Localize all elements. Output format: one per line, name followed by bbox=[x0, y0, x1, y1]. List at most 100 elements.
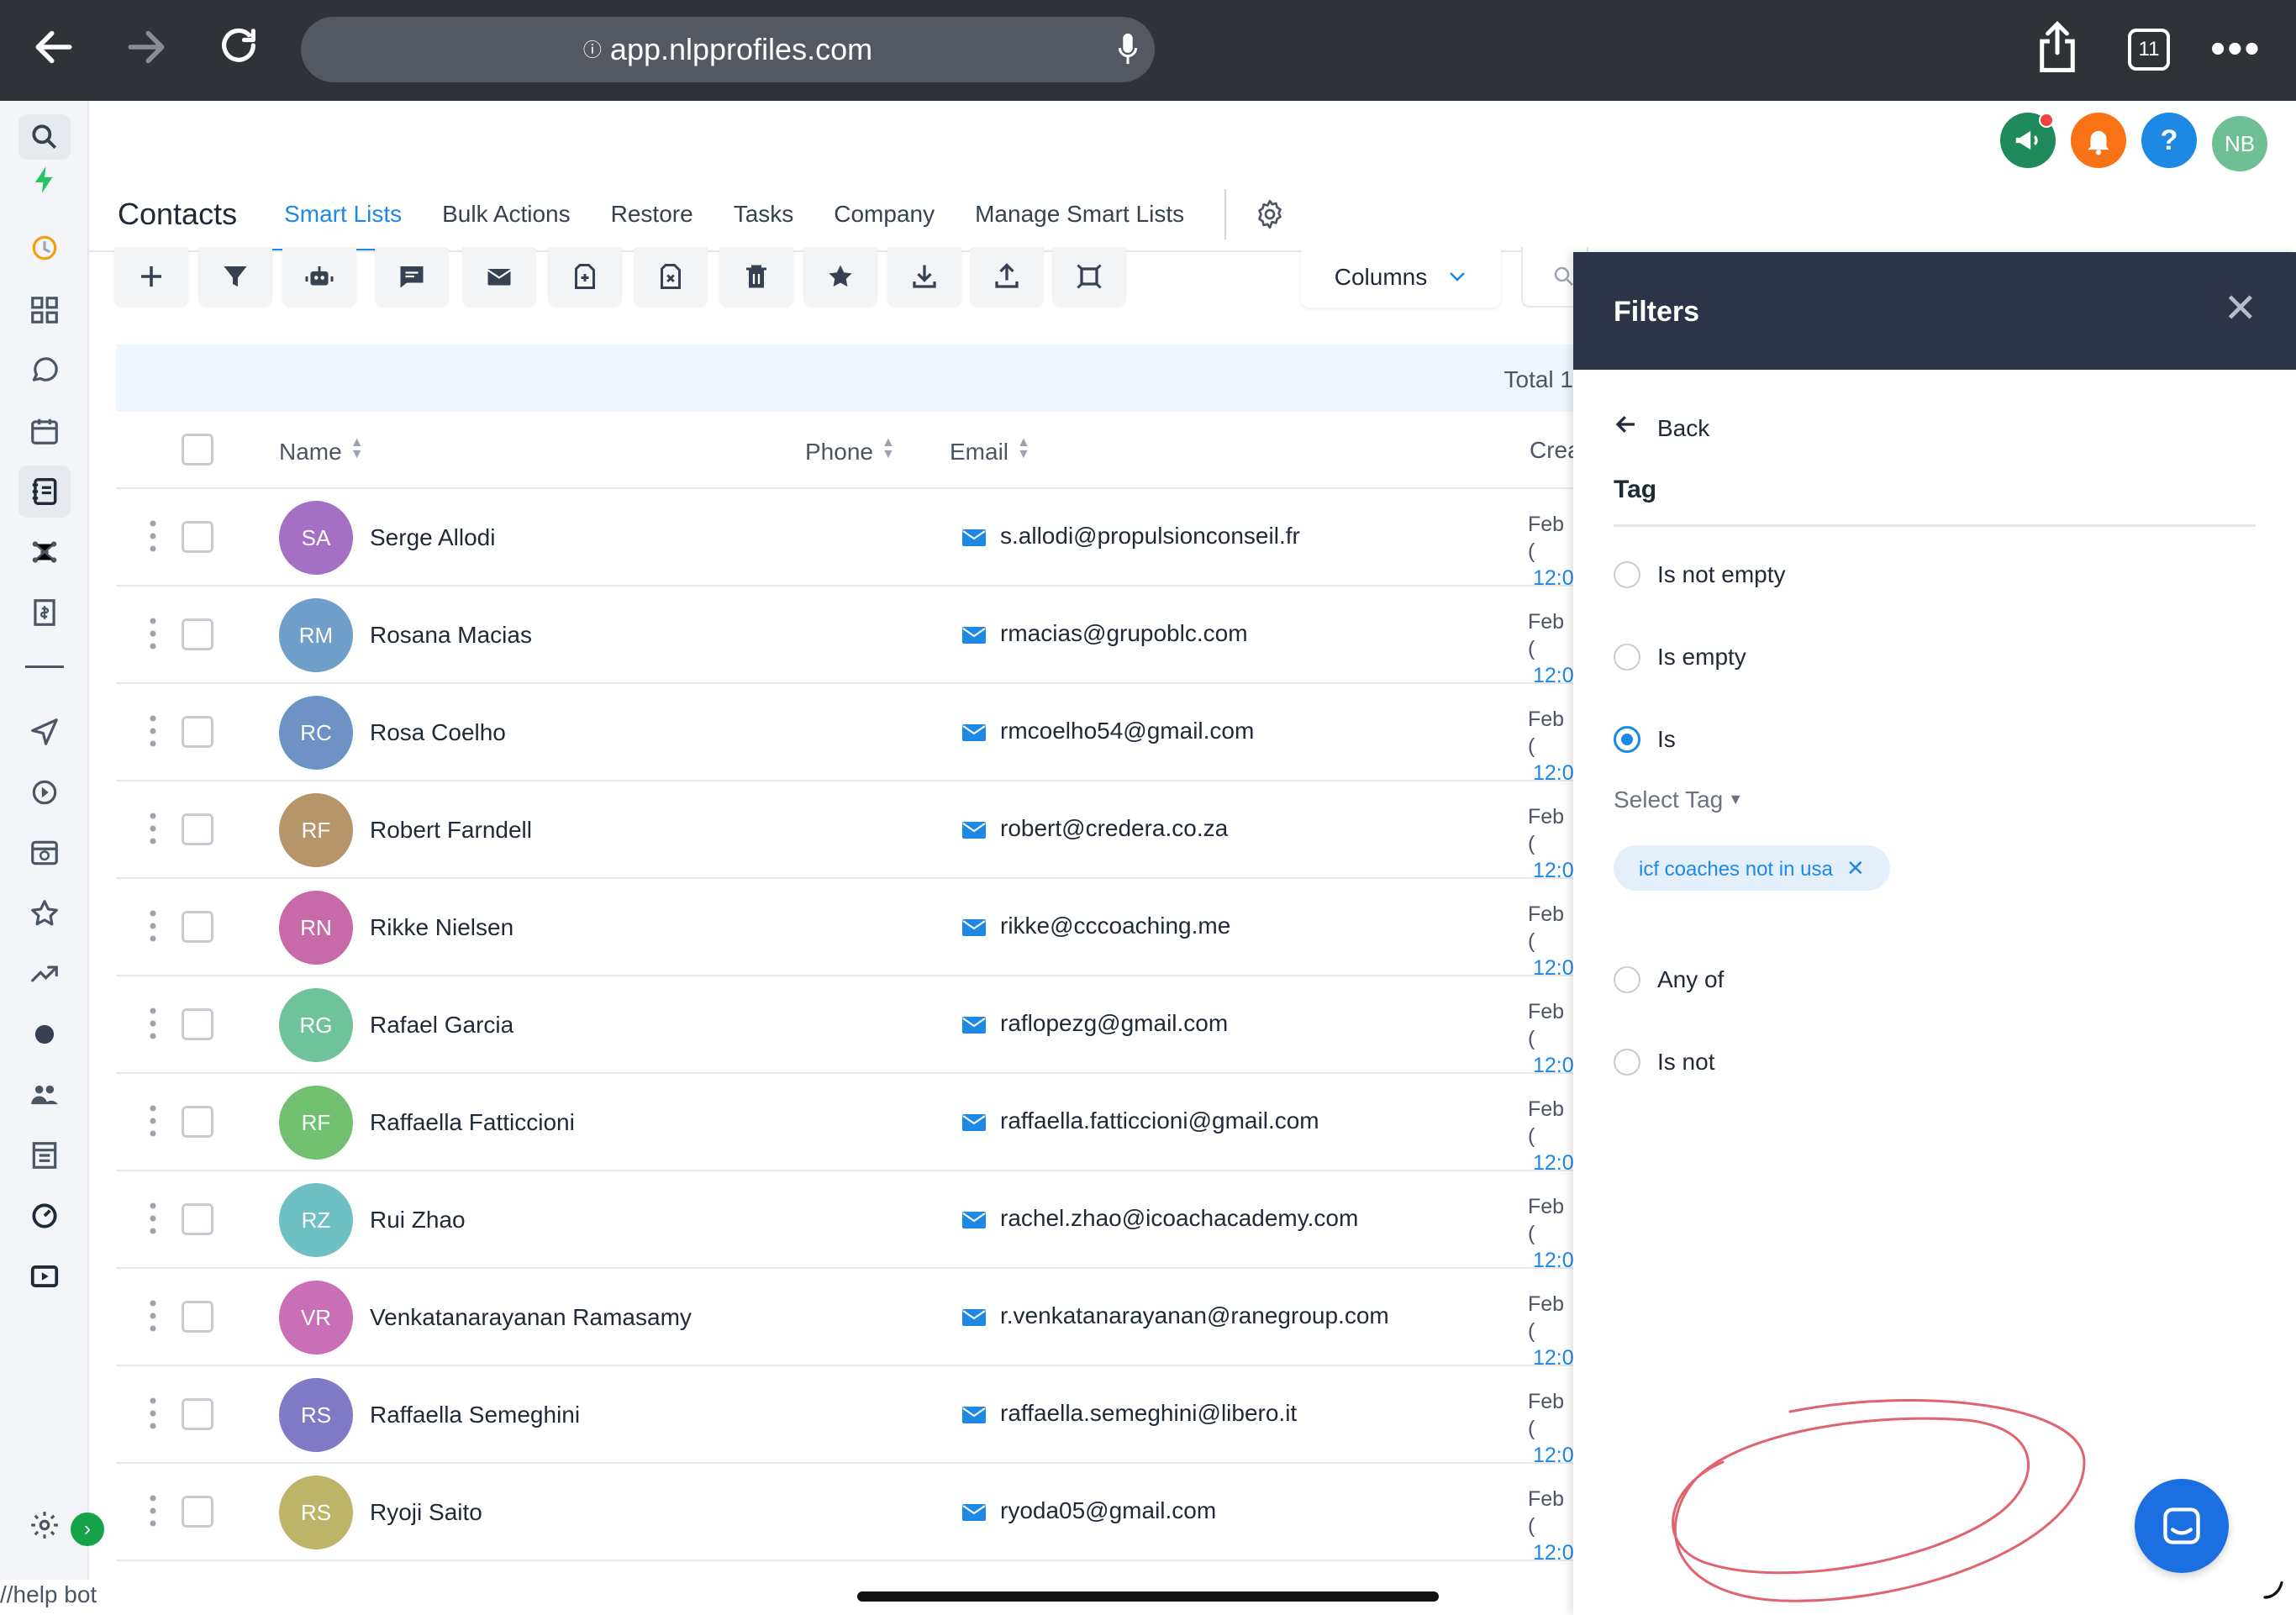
help-icon[interactable]: ? bbox=[2141, 113, 2197, 168]
share-icon[interactable] bbox=[2034, 20, 2081, 74]
tab-bulk-actions[interactable]: Bulk Actions bbox=[442, 176, 571, 252]
team-icon[interactable] bbox=[18, 1069, 71, 1121]
plus-icon[interactable] bbox=[114, 247, 188, 306]
contact-email[interactable]: rmacias@grupoblc.com bbox=[1000, 620, 1248, 647]
star-icon[interactable] bbox=[803, 247, 877, 306]
automation-icon[interactable] bbox=[18, 766, 71, 818]
select-all-checkbox[interactable] bbox=[182, 434, 213, 466]
settings-icon[interactable] bbox=[1253, 197, 1287, 231]
contact-name[interactable]: Ryoji Saito bbox=[370, 1499, 482, 1526]
avatar[interactable]: RS bbox=[279, 1378, 353, 1452]
option-is-not-empty[interactable]: Is not empty bbox=[1614, 561, 1786, 588]
table-row[interactable]: RF Robert Farndell robert@credera.co.za … bbox=[116, 781, 1574, 882]
table-row[interactable]: RN Rikke Nielsen rikke@cccoaching.me Feb… bbox=[116, 879, 1574, 980]
row-checkbox[interactable] bbox=[182, 1203, 213, 1235]
message-icon[interactable] bbox=[375, 247, 449, 306]
contact-email[interactable]: s.allodi@propulsionconseil.fr bbox=[1000, 523, 1300, 550]
reporting-icon[interactable] bbox=[18, 948, 71, 1000]
row-menu-icon[interactable] bbox=[150, 1494, 156, 1528]
merge-icon[interactable] bbox=[1052, 247, 1126, 306]
row-checkbox[interactable] bbox=[182, 1496, 213, 1528]
row-checkbox[interactable] bbox=[182, 1398, 213, 1430]
table-row[interactable]: VR Venkatanarayanan Ramasamy r.venkatana… bbox=[116, 1269, 1574, 1370]
radio-button[interactable] bbox=[1614, 966, 1640, 993]
contact-email[interactable]: raffaella.semeghini@libero.it bbox=[1000, 1400, 1297, 1427]
avatar[interactable]: RC bbox=[279, 696, 353, 770]
option-is-not[interactable]: Is not bbox=[1614, 1049, 1714, 1076]
row-menu-icon[interactable] bbox=[150, 1397, 156, 1430]
columns-button[interactable]: Columns bbox=[1301, 247, 1501, 308]
opportunities-icon[interactable] bbox=[18, 526, 71, 578]
contact-name[interactable]: Venkatanarayanan Ramasamy bbox=[370, 1304, 692, 1331]
avatar[interactable]: RF bbox=[279, 793, 353, 867]
contact-name[interactable]: Rosa Coelho bbox=[370, 719, 506, 746]
avatar[interactable]: VR bbox=[279, 1281, 353, 1355]
contact-email[interactable]: ryoda05@gmail.com bbox=[1000, 1497, 1216, 1524]
row-checkbox[interactable] bbox=[182, 1008, 213, 1040]
reload-icon[interactable] bbox=[212, 24, 266, 77]
address-bar[interactable]: ⓘ app.nlpprofiles.com bbox=[301, 17, 1155, 82]
avatar[interactable]: RZ bbox=[279, 1183, 353, 1257]
filter-icon[interactable] bbox=[198, 247, 272, 306]
resize-handle-icon[interactable] bbox=[2261, 1576, 2286, 1602]
contact-name[interactable]: Rosana Macias bbox=[370, 622, 532, 649]
contact-email[interactable]: robert@credera.co.za bbox=[1000, 815, 1228, 842]
table-row[interactable]: RM Rosana Macias rmacias@grupoblc.com Fe… bbox=[116, 587, 1574, 687]
row-checkbox[interactable] bbox=[182, 1301, 213, 1333]
close-icon[interactable]: ✕ bbox=[2224, 289, 2257, 329]
option-any-of[interactable]: Any of bbox=[1614, 966, 1724, 993]
contact-name[interactable]: Serge Allodi bbox=[370, 524, 495, 551]
table-row[interactable]: RS Ryoji Saito ryoda05@gmail.com Feb (12… bbox=[116, 1464, 1574, 1565]
microphone-icon[interactable] bbox=[1118, 32, 1138, 67]
media-icon[interactable] bbox=[18, 1008, 71, 1060]
tab-count-button[interactable]: 11 bbox=[2128, 29, 2170, 71]
notification-bell-icon[interactable] bbox=[2071, 113, 2126, 168]
conversations-icon[interactable] bbox=[18, 345, 71, 397]
row-checkbox[interactable] bbox=[182, 1106, 213, 1138]
contact-email[interactable]: rikke@cccoaching.me bbox=[1000, 913, 1230, 939]
row-checkbox[interactable] bbox=[182, 716, 213, 748]
table-row[interactable]: RF Raffaella Fatticcioni raffaella.fatti… bbox=[116, 1074, 1574, 1175]
trash-icon[interactable] bbox=[719, 247, 793, 306]
contact-email[interactable]: rachel.zhao@icoachacademy.com bbox=[1000, 1205, 1358, 1232]
contact-email[interactable]: r.venkatanarayanan@ranegroup.com bbox=[1000, 1302, 1389, 1329]
tab-company[interactable]: Company bbox=[834, 176, 935, 252]
robot-icon[interactable] bbox=[282, 247, 356, 306]
lightning-icon[interactable] bbox=[18, 161, 71, 198]
row-menu-icon[interactable] bbox=[150, 1299, 156, 1333]
calendar-icon[interactable] bbox=[18, 405, 71, 457]
avatar[interactable]: RF bbox=[279, 1086, 353, 1160]
tab-manage-smart-lists[interactable]: Manage Smart Lists bbox=[975, 176, 1184, 252]
launchpad-icon[interactable] bbox=[18, 222, 71, 274]
row-menu-icon[interactable] bbox=[150, 1104, 156, 1138]
back-button[interactable]: Back bbox=[1614, 412, 1709, 445]
column-name-header[interactable]: Name ▲ ▼ bbox=[279, 436, 364, 466]
avatar[interactable]: SA bbox=[279, 501, 353, 575]
settings-gear-icon[interactable] bbox=[18, 1499, 71, 1551]
payments-icon[interactable] bbox=[18, 587, 71, 639]
star-icon[interactable] bbox=[18, 887, 71, 939]
download-icon[interactable] bbox=[887, 247, 961, 306]
tab-restore[interactable]: Restore bbox=[611, 176, 693, 252]
mail-icon[interactable] bbox=[462, 247, 536, 306]
speedometer-icon[interactable] bbox=[18, 1190, 71, 1242]
tag-add-icon[interactable] bbox=[548, 247, 622, 306]
user-avatar[interactable]: NB bbox=[2212, 116, 2267, 171]
upload-icon[interactable] bbox=[970, 247, 1044, 306]
sites-icon[interactable] bbox=[18, 827, 71, 879]
row-menu-icon[interactable] bbox=[150, 714, 156, 748]
radio-button[interactable] bbox=[1614, 1049, 1640, 1076]
table-row[interactable]: RC Rosa Coelho rmcoelho54@gmail.com Feb … bbox=[116, 684, 1574, 785]
radio-button-selected[interactable] bbox=[1614, 726, 1640, 753]
row-checkbox[interactable] bbox=[182, 521, 213, 553]
contact-name[interactable]: Rafael Garcia bbox=[370, 1012, 513, 1039]
avatar[interactable]: RM bbox=[279, 598, 353, 672]
option-is-empty[interactable]: Is empty bbox=[1614, 644, 1746, 671]
chat-widget-button[interactable] bbox=[2135, 1479, 2229, 1573]
contact-name[interactable]: Raffaella Semeghini bbox=[370, 1402, 580, 1428]
row-menu-icon[interactable] bbox=[150, 909, 156, 943]
tab-smart-lists[interactable]: Smart Lists bbox=[271, 176, 416, 252]
row-menu-icon[interactable] bbox=[150, 1007, 156, 1040]
row-menu-icon[interactable] bbox=[150, 812, 156, 845]
send-icon[interactable] bbox=[18, 706, 71, 758]
